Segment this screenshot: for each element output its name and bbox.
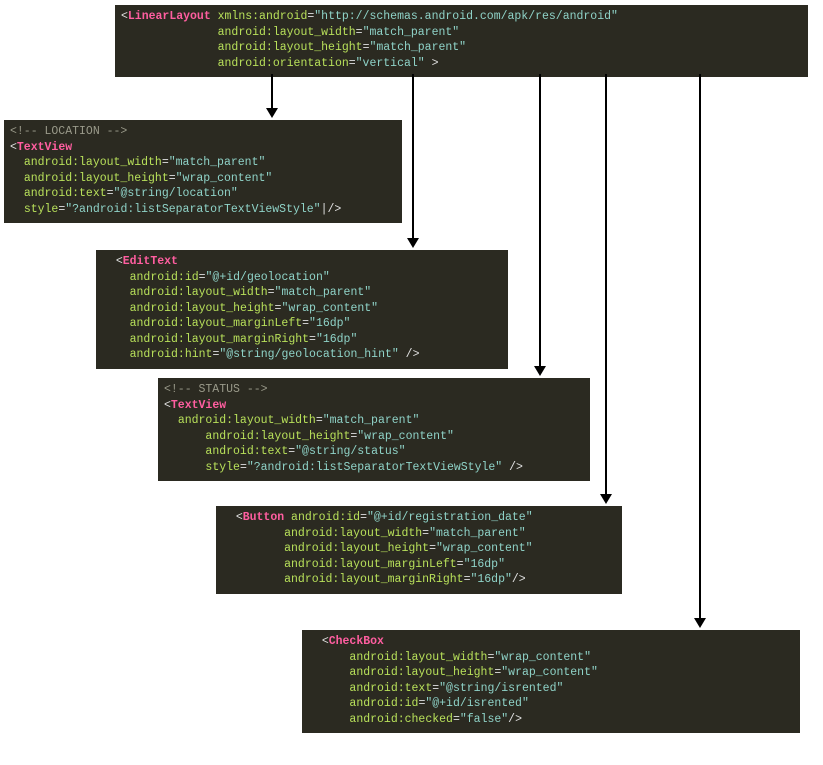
- code-line: <Button android:id="@+id/registration_da…: [222, 510, 616, 526]
- code-line: style="?android:listSeparatorTextViewSty…: [164, 460, 584, 476]
- code-line: <TextView: [10, 140, 396, 156]
- code-line: android:layout_height="wrap_content": [222, 541, 616, 557]
- code-line: android:layout_height="wrap_content": [164, 429, 584, 445]
- code-block-textview-location: <!-- LOCATION --> <TextView android:layo…: [4, 120, 402, 223]
- code-line: style="?android:listSeparatorTextViewSty…: [10, 202, 396, 218]
- code-line: android:id="@+id/isrented": [308, 696, 794, 712]
- code-line: android:layout_marginRight="16dp"/>: [222, 572, 616, 588]
- code-line: android:layout_width="match_parent": [164, 413, 584, 429]
- code-line: android:text="@string/status": [164, 444, 584, 460]
- code-line: android:layout_width="match_parent": [222, 526, 616, 542]
- code-line: android:layout_width="match_parent": [102, 285, 502, 301]
- code-line: android:layout_height="wrap_content": [102, 301, 502, 317]
- code-block-button: <Button android:id="@+id/registration_da…: [216, 506, 622, 594]
- code-line: android:id="@+id/geolocation": [102, 270, 502, 286]
- code-line: android:orientation="vertical" >: [121, 56, 802, 72]
- code-line: android:layout_height="wrap_content": [10, 171, 396, 187]
- code-line: android:layout_height="wrap_content": [308, 665, 794, 681]
- code-line: android:text="@string/location": [10, 186, 396, 202]
- code-line: android:layout_marginLeft="16dp": [222, 557, 616, 573]
- code-line: android:layout_width="match_parent": [10, 155, 396, 171]
- code-line: android:hint="@string/geolocation_hint" …: [102, 347, 502, 363]
- code-line: android:layout_width="wrap_content": [308, 650, 794, 666]
- code-line: android:text="@string/isrented": [308, 681, 794, 697]
- code-comment: <!-- LOCATION -->: [10, 124, 396, 140]
- code-line: <CheckBox: [308, 634, 794, 650]
- code-line: android:checked="false"/>: [308, 712, 794, 728]
- code-line: <LinearLayout xmlns:android="http://sche…: [121, 9, 802, 25]
- code-block-checkbox: <CheckBox android:layout_width="wrap_con…: [302, 630, 800, 733]
- code-line: <TextView: [164, 398, 584, 414]
- code-line: android:layout_marginRight="16dp": [102, 332, 502, 348]
- code-line: android:layout_height="match_parent": [121, 40, 802, 56]
- code-line: android:layout_marginLeft="16dp": [102, 316, 502, 332]
- code-block-linear-layout: <LinearLayout xmlns:android="http://sche…: [115, 5, 808, 77]
- code-block-textview-status: <!-- STATUS --> <TextView android:layout…: [158, 378, 590, 481]
- code-comment: <!-- STATUS -->: [164, 382, 584, 398]
- code-line: android:layout_width="match_parent": [121, 25, 802, 41]
- code-block-edittext: <EditText android:id="@+id/geolocation" …: [96, 250, 508, 369]
- code-line: <EditText: [102, 254, 502, 270]
